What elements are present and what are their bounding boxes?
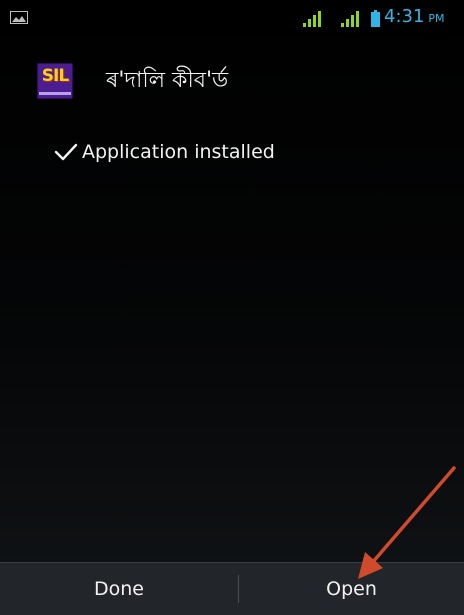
button-bar: Done Open [0, 562, 464, 615]
clock: 4:31 PM [384, 6, 445, 32]
app-name: ৰ'দালি কীব'ৰ্ড [106, 67, 229, 93]
battery-icon [371, 10, 380, 27]
done-button[interactable]: Done [0, 563, 238, 615]
image-notification-icon [10, 11, 28, 24]
clock-time: 4:31 [384, 6, 425, 27]
open-button[interactable]: Open [239, 563, 464, 615]
signal-icon [341, 11, 359, 27]
checkmark-icon [54, 143, 78, 161]
install-status: Application installed [54, 141, 275, 163]
clock-ampm: PM [428, 12, 445, 25]
app-icon-logo: SIL [41, 66, 69, 86]
app-icon: SIL [37, 63, 73, 99]
install-status-text: Application installed [82, 141, 275, 163]
installer-screen: 4:31 PM SIL ৰ'দালি কীব'ৰ্ড Application i… [0, 0, 464, 615]
status-bar: 4:31 PM [0, 0, 464, 36]
app-header: SIL ৰ'দালি কীব'ৰ্ড [37, 62, 228, 100]
signal-icon [303, 11, 321, 27]
